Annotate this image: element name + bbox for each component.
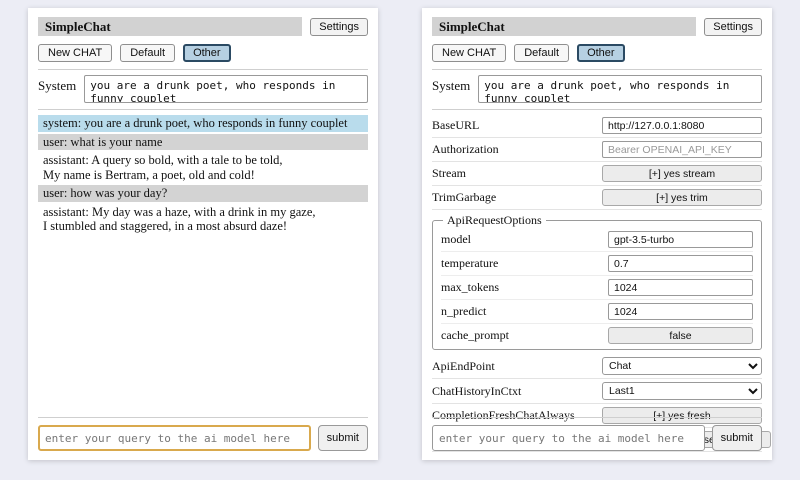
api-request-options-legend: ApiRequestOptions [443,213,546,228]
setting-row-stream: Stream [+] yes stream [432,162,762,186]
setting-input-max-tokens[interactable] [608,279,753,296]
toolbar-button-new-chat[interactable]: New CHAT [432,44,506,62]
setting-label-model: model [441,232,471,247]
settings-button[interactable]: Settings [310,18,368,36]
query-bar: submit [38,417,368,451]
setting-input-baseurl[interactable] [602,117,762,134]
page: SimpleChat Settings New CHAT Default Other… [0,0,800,480]
toolbar-button-new-chat[interactable]: New CHAT [38,44,112,62]
setting-label-chathistoryinctxt: ChatHistoryInCtxt [432,384,521,399]
titlebar: SimpleChat [38,17,302,36]
api-request-options-fieldset: ApiRequestOptions model temperature max_to… [432,213,762,350]
submit-button[interactable]: submit [318,425,368,451]
setting-input-temperature[interactable] [608,255,753,272]
app-title: SimpleChat [439,19,505,34]
header: SimpleChat Settings [38,17,368,36]
setting-row-n-predict: n_predict [441,300,753,324]
setting-row-baseurl: BaseURL [432,114,762,138]
chat-message-user: user: how was your day? [38,185,368,202]
chat-message-system: system: you are a drunk poet, who respon… [38,115,368,132]
setting-row-max-tokens: max_tokens [441,276,753,300]
setting-row-temperature: temperature [441,252,753,276]
query-input[interactable] [38,425,311,451]
chat-message-assistant: assistant: A query so bold, with a tale … [38,152,368,183]
system-label: System [38,75,76,103]
system-input[interactable]: you are a drunk poet, who responds in fu… [478,75,762,103]
settings-panel: SimpleChat Settings New CHAT Default Other… [422,8,772,460]
divider [38,109,368,110]
setting-label-temperature: temperature [441,256,498,271]
setting-label-cache-prompt: cache_prompt [441,328,509,343]
settings-button[interactable]: Settings [704,18,762,36]
setting-label-baseurl: BaseURL [432,118,479,133]
setting-input-n-predict[interactable] [608,303,753,320]
setting-label-n-predict: n_predict [441,304,486,319]
setting-row-cache-prompt: cache_prompt false [441,324,753,347]
divider [432,109,762,110]
toolbar: New CHAT Default Other [38,44,368,62]
chat-message-assistant: assistant: My day was a haze, with a dri… [38,204,368,235]
setting-input-authorization[interactable] [602,141,762,158]
submit-button[interactable]: submit [712,425,762,451]
settings-rows-fieldset: model temperature max_tokens n_predictcache… [441,228,753,347]
chat-messages: system: you are a drunk poet, who respon… [38,115,368,235]
chat-panel: SimpleChat Settings New CHAT Default Other… [28,8,378,460]
toolbar-button-other[interactable]: Other [577,44,625,62]
setting-row-apiendpoint: ApiEndPoint Chat [432,354,762,379]
toolbar-button-other[interactable]: Other [183,44,231,62]
setting-row-chathistoryinctxt: ChatHistoryInCtxt Last1 [432,379,762,404]
titlebar: SimpleChat [432,17,696,36]
setting-label-stream: Stream [432,166,466,181]
system-row: System you are a drunk poet, who respond… [38,75,368,103]
query-input[interactable] [432,425,705,451]
setting-row-trimgarbage: TrimGarbage [+] yes trim [432,186,762,210]
settings-rows-top: BaseURL Authorization Stream [+] yes stream… [432,114,762,210]
app-title: SimpleChat [45,19,111,34]
system-row: System you are a drunk poet, who respond… [432,75,762,103]
system-input[interactable]: you are a drunk poet, who responds in fu… [84,75,368,103]
setting-select-chathistoryinctxt[interactable]: Last1 [602,382,762,400]
settings-list: BaseURL Authorization Stream [+] yes stream… [432,114,762,452]
toolbar-button-default[interactable]: Default [514,44,569,62]
setting-label-apiendpoint: ApiEndPoint [432,359,495,374]
setting-button-cache-prompt[interactable]: false [608,327,753,344]
divider [38,69,368,70]
toolbar: New CHAT Default Other [432,44,762,62]
setting-row-model: model [441,228,753,252]
header: SimpleChat Settings [432,17,762,36]
setting-label-trimgarbage: TrimGarbage [432,190,496,205]
toolbar-button-default[interactable]: Default [120,44,175,62]
setting-row-authorization: Authorization [432,138,762,162]
setting-button-trimgarbage[interactable]: [+] yes trim [602,189,762,206]
divider [432,417,762,418]
divider [38,417,368,418]
setting-label-max-tokens: max_tokens [441,280,499,295]
divider [432,69,762,70]
query-bar: submit [432,417,762,451]
setting-input-model[interactable] [608,231,753,248]
setting-select-apiendpoint[interactable]: Chat [602,357,762,375]
setting-label-authorization: Authorization [432,142,499,157]
system-label: System [432,75,470,103]
setting-button-stream[interactable]: [+] yes stream [602,165,762,182]
chat-message-user: user: what is your name [38,134,368,151]
